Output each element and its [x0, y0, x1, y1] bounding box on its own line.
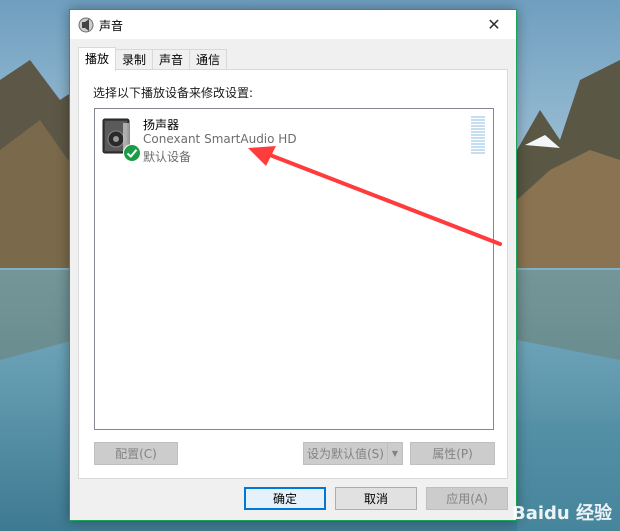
window-title: 声音 — [99, 19, 124, 33]
properties-button[interactable]: 属性(P) — [410, 442, 495, 465]
tab-recording[interactable]: 录制 — [115, 49, 154, 70]
sound-dialog: 声音 ✕ 播放 录制 声音 通信 选择以下播放设备来修改设置: 扬声器 Cone… — [69, 9, 517, 521]
device-status: 默认设备 — [143, 150, 192, 164]
tab-strip: 播放 录制 声音 通信 — [78, 47, 228, 71]
tab-communications[interactable]: 通信 — [189, 49, 228, 70]
watermark: Baidu 经验 — [511, 503, 612, 524]
configure-button[interactable]: 配置(C) — [94, 442, 178, 465]
ok-button[interactable]: 确定 — [244, 487, 326, 510]
device-list[interactable]: 扬声器 Conexant SmartAudio HD 默认设备 — [94, 108, 494, 430]
instruction-text: 选择以下播放设备来修改设置: — [93, 86, 254, 100]
list-item[interactable]: 扬声器 Conexant SmartAudio HD 默认设备 — [95, 109, 493, 167]
device-name: 扬声器 — [143, 118, 180, 132]
tab-sounds[interactable]: 声音 — [152, 49, 191, 70]
apply-button[interactable]: 应用(A) — [426, 487, 508, 510]
set-default-dropdown-button[interactable]: ▼ — [387, 442, 403, 465]
speaker-icon — [78, 17, 94, 33]
device-driver: Conexant SmartAudio HD — [143, 132, 297, 146]
tab-playback[interactable]: 播放 — [78, 47, 117, 71]
chevron-down-icon: ▼ — [391, 449, 399, 458]
tab-panel: 选择以下播放设备来修改设置: 扬声器 Conexant SmartAudio H… — [78, 69, 508, 479]
checkmark-icon — [123, 144, 141, 162]
title-bar[interactable]: 声音 ✕ — [70, 10, 516, 39]
set-default-button[interactable]: 设为默认值(S) — [303, 442, 388, 465]
volume-level-meter — [471, 116, 485, 154]
close-button[interactable]: ✕ — [472, 10, 516, 39]
cancel-button[interactable]: 取消 — [335, 487, 417, 510]
